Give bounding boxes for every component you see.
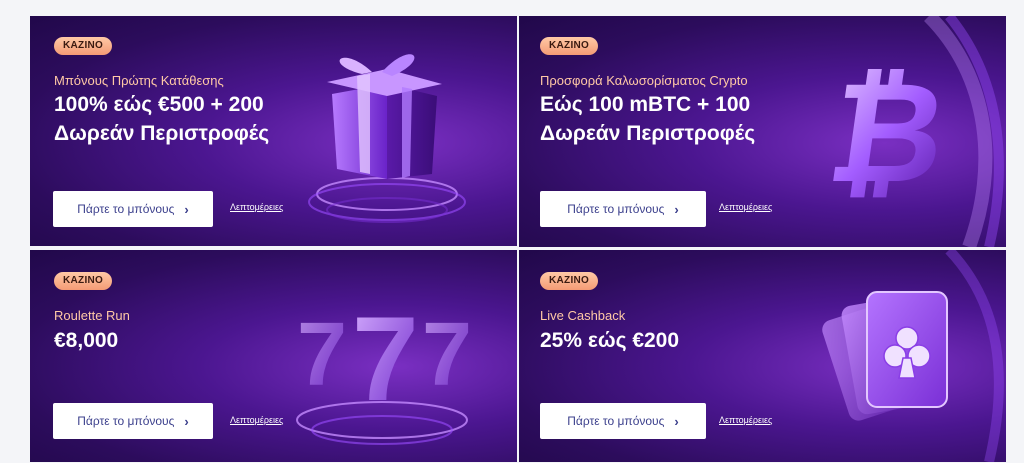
promo-subtitle: Προσφορά Καλωσορίσματος Crypto	[540, 73, 748, 88]
get-bonus-label: Πάρτε το μπόνους	[567, 202, 665, 216]
svg-text:7: 7	[297, 305, 347, 405]
details-link[interactable]: Λεπτομέρειες	[719, 415, 772, 425]
svg-text:7: 7	[422, 305, 472, 405]
promo-headline: 25% εώς €200	[540, 329, 680, 352]
svg-text:7: 7	[352, 292, 419, 426]
chevron-right-icon: ›	[674, 413, 679, 429]
chevron-right-icon: ›	[184, 201, 189, 217]
playing-cards-club-icon	[822, 250, 1004, 462]
promo-card-crypto[interactable]: ΚΑΖΙΝΟ Προσφορά Καλωσορίσματος Crypto Εώ…	[519, 16, 1006, 247]
promo-card-roulette-run[interactable]: ΚΑΖΙΝΟ Roulette Run €8,000 Πάρτε το μπόν…	[30, 250, 517, 462]
get-bonus-button[interactable]: Πάρτε το μπόνους ›	[53, 191, 213, 227]
details-link[interactable]: Λεπτομέρειες	[230, 415, 283, 425]
details-link[interactable]: Λεπτομέρειες	[719, 202, 772, 212]
get-bonus-button[interactable]: Πάρτε το μπόνους ›	[540, 191, 706, 227]
gift-box-icon	[308, 54, 466, 223]
get-bonus-label: Πάρτε το μπόνους	[77, 414, 175, 428]
details-link[interactable]: Λεπτομέρειες	[230, 202, 283, 212]
promo-headline: 100% εώς €500 + 200 Δωρεάν Περιστροφές	[54, 93, 270, 145]
chevron-right-icon: ›	[674, 201, 679, 217]
svg-text:₿: ₿	[820, 55, 956, 211]
promo-subtitle: Roulette Run	[54, 308, 130, 323]
chevron-right-icon: ›	[184, 413, 189, 429]
category-badge: ΚΑΖΙΝΟ	[540, 37, 599, 55]
get-bonus-button[interactable]: Πάρτε το μπόνους ›	[540, 403, 706, 439]
promo-card-live-cashback[interactable]: ΚΑΖΙΝΟ Live Cashback 25% εώς €200 Πάρτε …	[519, 250, 1006, 462]
get-bonus-button[interactable]: Πάρτε το μπόνους ›	[53, 403, 213, 439]
triple-seven-icon: 7 7 7	[296, 292, 472, 445]
get-bonus-label: Πάρτε το μπόνους	[567, 414, 665, 428]
category-badge: ΚΑΖΙΝΟ	[54, 37, 113, 55]
category-badge: ΚΑΖΙΝΟ	[540, 272, 599, 290]
promo-subtitle: Live Cashback	[540, 308, 626, 323]
promo-card-first-deposit[interactable]: ΚΑΖΙΝΟ Μπόνους Πρώτης Κατάθεσης 100% εώς…	[30, 16, 517, 246]
promo-subtitle: Μπόνους Πρώτης Κατάθεσης	[54, 73, 224, 88]
promo-headline: €8,000	[54, 329, 119, 352]
bitcoin-icon: ₿	[820, 16, 1004, 247]
get-bonus-label: Πάρτε το μπόνους	[77, 202, 175, 216]
promo-headline: Εώς 100 mBTC + 100 Δωρεάν Περιστροφές	[540, 93, 756, 145]
category-badge: ΚΑΖΙΝΟ	[54, 272, 113, 290]
